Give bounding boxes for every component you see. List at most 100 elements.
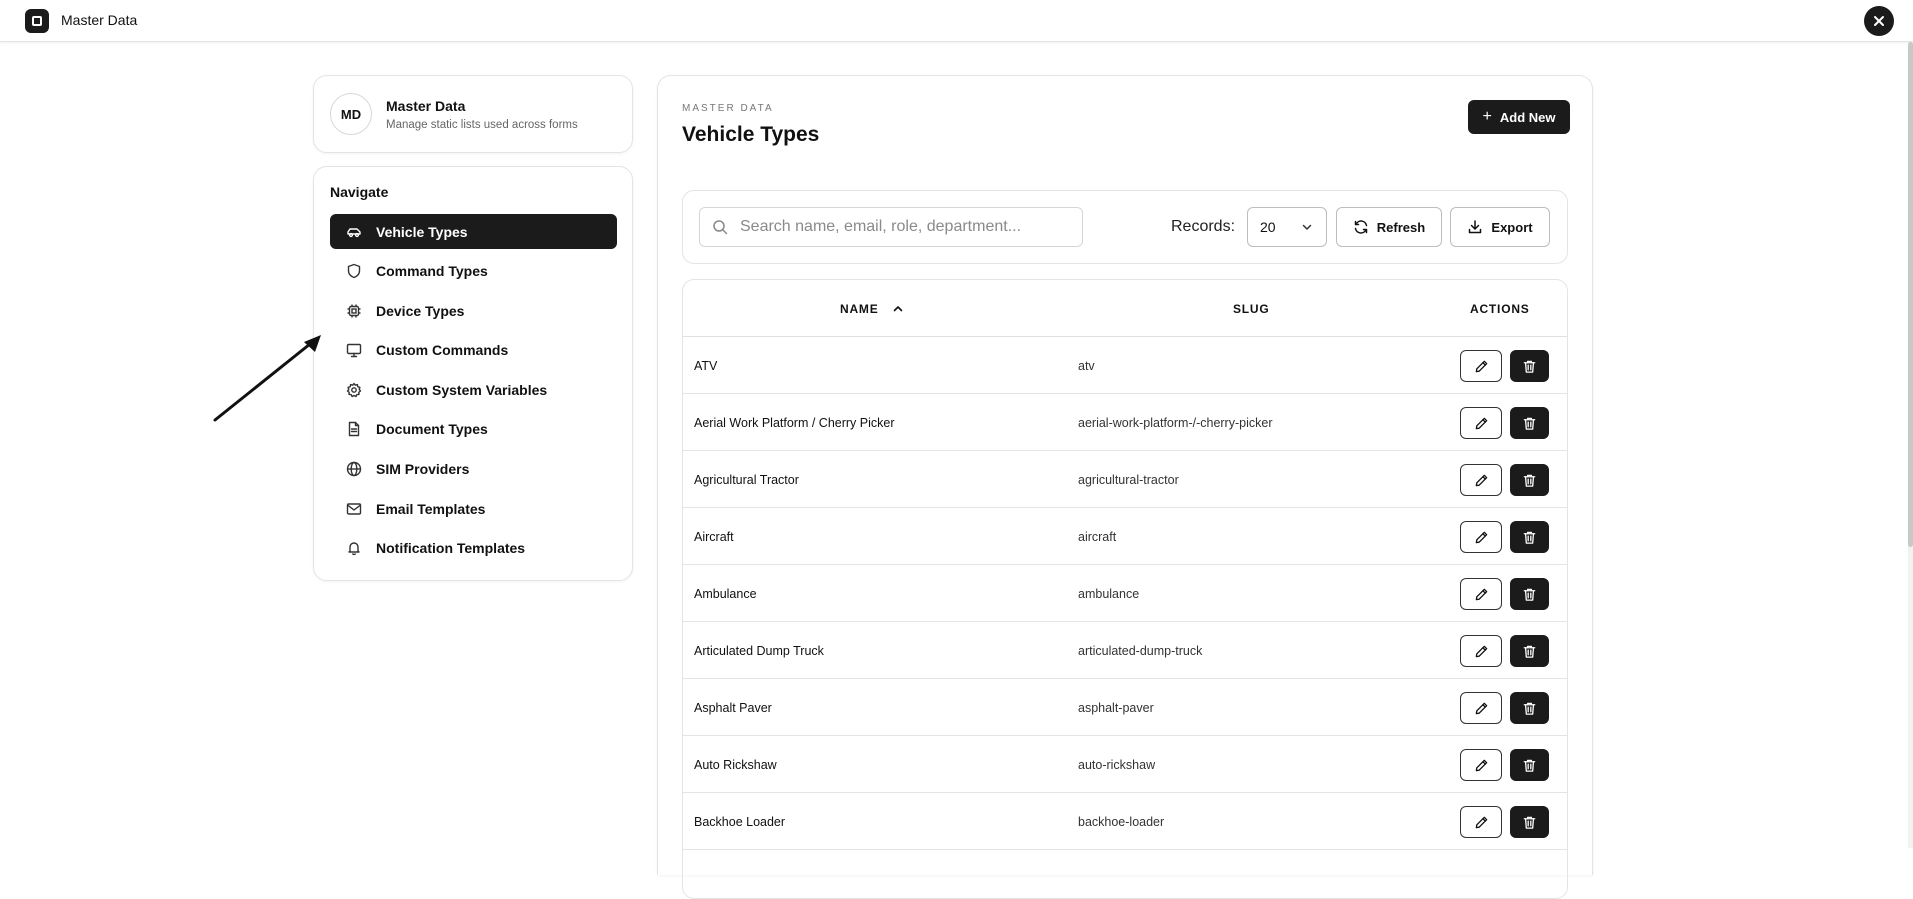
records-value: 20: [1260, 219, 1276, 235]
search-input[interactable]: [740, 218, 1060, 236]
column-header-name[interactable]: NAME: [840, 302, 879, 316]
cell-name: Aircraft: [694, 530, 734, 544]
app-logo-icon: [25, 9, 49, 33]
cell-name: Agricultural Tractor: [694, 473, 799, 487]
edit-button[interactable]: [1460, 464, 1502, 496]
close-icon: [1874, 16, 1884, 26]
nav-item-email-templates[interactable]: Email Templates: [330, 491, 617, 526]
column-header-actions: ACTIONS: [1470, 302, 1530, 316]
delete-button[interactable]: [1510, 578, 1549, 610]
cell-slug: articulated-dump-truck: [1078, 644, 1203, 658]
chip-icon: [346, 303, 362, 319]
cell-name: ATV: [694, 359, 718, 373]
cell-slug: auto-rickshaw: [1078, 758, 1156, 772]
annotation-arrow-icon: [213, 335, 321, 422]
export-label: Export: [1491, 219, 1533, 235]
records-per-page-select[interactable]: 20: [1247, 207, 1327, 247]
scrollbar-thumb[interactable]: [1908, 42, 1913, 547]
cell-slug: atv: [1078, 359, 1095, 373]
pencil-icon: [1475, 474, 1487, 486]
nav-item-command-types[interactable]: Command Types: [330, 254, 617, 289]
trash-icon: [1523, 702, 1536, 715]
trash-icon: [1523, 474, 1536, 487]
nav-item-device-types[interactable]: Device Types: [330, 293, 617, 328]
cell-name: Ambulance: [694, 587, 757, 601]
nav-heading: Navigate: [330, 184, 389, 200]
nav-item-custom-commands[interactable]: Custom Commands: [330, 333, 617, 368]
bell-icon: [346, 540, 362, 556]
nav-item-vehicle-types[interactable]: Vehicle Types: [330, 214, 617, 249]
nav-item-label: Custom Commands: [376, 342, 509, 359]
close-button[interactable]: [1864, 6, 1894, 36]
table-row: Aircraft aircraft: [683, 508, 1567, 565]
refresh-button[interactable]: Refresh: [1336, 207, 1442, 247]
chevron-down-icon: [1302, 224, 1312, 230]
table-row: Backhoe Loader backhoe-loader: [683, 793, 1567, 850]
edit-button[interactable]: [1460, 578, 1502, 610]
table-row: Agricultural Tractor agricultural-tracto…: [683, 451, 1567, 508]
navigation-card: Navigate Vehicle Types Command Types Dev…: [313, 166, 633, 581]
profile-card: MD Master Data Manage static lists used …: [313, 75, 633, 153]
delete-button[interactable]: [1510, 692, 1549, 724]
nav-item-notification-templates[interactable]: Notification Templates: [330, 531, 617, 566]
export-button[interactable]: Export: [1450, 207, 1550, 247]
nav-item-label: Notification Templates: [376, 540, 526, 557]
cell-slug: ambulance: [1078, 587, 1140, 601]
search-field[interactable]: [699, 207, 1083, 247]
table-row: Ambulance ambulance: [683, 565, 1567, 622]
nav-item-document-types[interactable]: Document Types: [330, 412, 617, 447]
trash-icon: [1523, 645, 1536, 658]
gear-icon: [346, 382, 362, 398]
sort-ascending-icon[interactable]: [891, 302, 905, 316]
delete-button[interactable]: [1510, 464, 1549, 496]
document-icon: [346, 421, 362, 437]
trash-icon: [1523, 588, 1536, 601]
delete-button[interactable]: [1510, 749, 1549, 781]
add-new-button[interactable]: + Add New: [1468, 100, 1570, 134]
download-icon: [1469, 220, 1482, 234]
cell-slug: backhoe-loader: [1078, 815, 1165, 829]
table-row: ATV atv: [683, 337, 1567, 394]
edit-button[interactable]: [1460, 407, 1502, 439]
delete-button[interactable]: [1510, 635, 1549, 667]
cell-name: Aerial Work Platform / Cherry Picker: [694, 416, 895, 430]
pencil-icon: [1475, 702, 1487, 714]
edit-button[interactable]: [1460, 749, 1502, 781]
plus-icon: +: [1482, 108, 1492, 125]
table-toolbar: Records: 20 Refresh Export: [682, 190, 1568, 264]
delete-button[interactable]: [1510, 521, 1549, 553]
edit-button[interactable]: [1460, 521, 1502, 553]
edit-button[interactable]: [1460, 806, 1502, 838]
shield-icon: [346, 263, 362, 279]
refresh-icon: [1354, 220, 1368, 234]
edit-button[interactable]: [1460, 635, 1502, 667]
cell-slug: aerial-work-platform-/-cherry-picker: [1078, 416, 1273, 430]
nav-item-label: Command Types: [376, 263, 488, 280]
pencil-icon: [1475, 417, 1487, 429]
globe-icon: [346, 461, 362, 477]
profile-name: Master Data: [386, 98, 466, 114]
nav-item-label: SIM Providers: [376, 461, 470, 478]
nav-item-label: Vehicle Types: [376, 223, 468, 240]
page-scrollbar[interactable]: [1908, 42, 1913, 848]
nav-item-label: Document Types: [376, 421, 488, 438]
nav-item-label: Custom System Variables: [376, 381, 548, 398]
delete-button[interactable]: [1510, 350, 1549, 382]
cell-slug: asphalt-paver: [1078, 701, 1154, 715]
pencil-icon: [1475, 360, 1487, 372]
edit-button[interactable]: [1460, 350, 1502, 382]
nav-item-sim-providers[interactable]: SIM Providers: [330, 452, 617, 487]
cell-name: Backhoe Loader: [694, 815, 786, 829]
table-row: Auto Rickshaw auto-rickshaw: [683, 736, 1567, 793]
cell-name: Articulated Dump Truck: [694, 644, 824, 658]
refresh-label: Refresh: [1376, 219, 1426, 235]
table-body: ATV atv Aerial Work Platform / Cherry Pi…: [683, 337, 1567, 850]
delete-button[interactable]: [1510, 407, 1549, 439]
column-header-slug: SLUG: [1233, 302, 1270, 316]
trash-icon: [1523, 417, 1536, 430]
table-row: Asphalt Paver asphalt-paver: [683, 679, 1567, 736]
monitor-icon: [346, 342, 362, 358]
nav-item-custom-system-variables[interactable]: Custom System Variables: [330, 372, 617, 407]
edit-button[interactable]: [1460, 692, 1502, 724]
delete-button[interactable]: [1510, 806, 1549, 838]
